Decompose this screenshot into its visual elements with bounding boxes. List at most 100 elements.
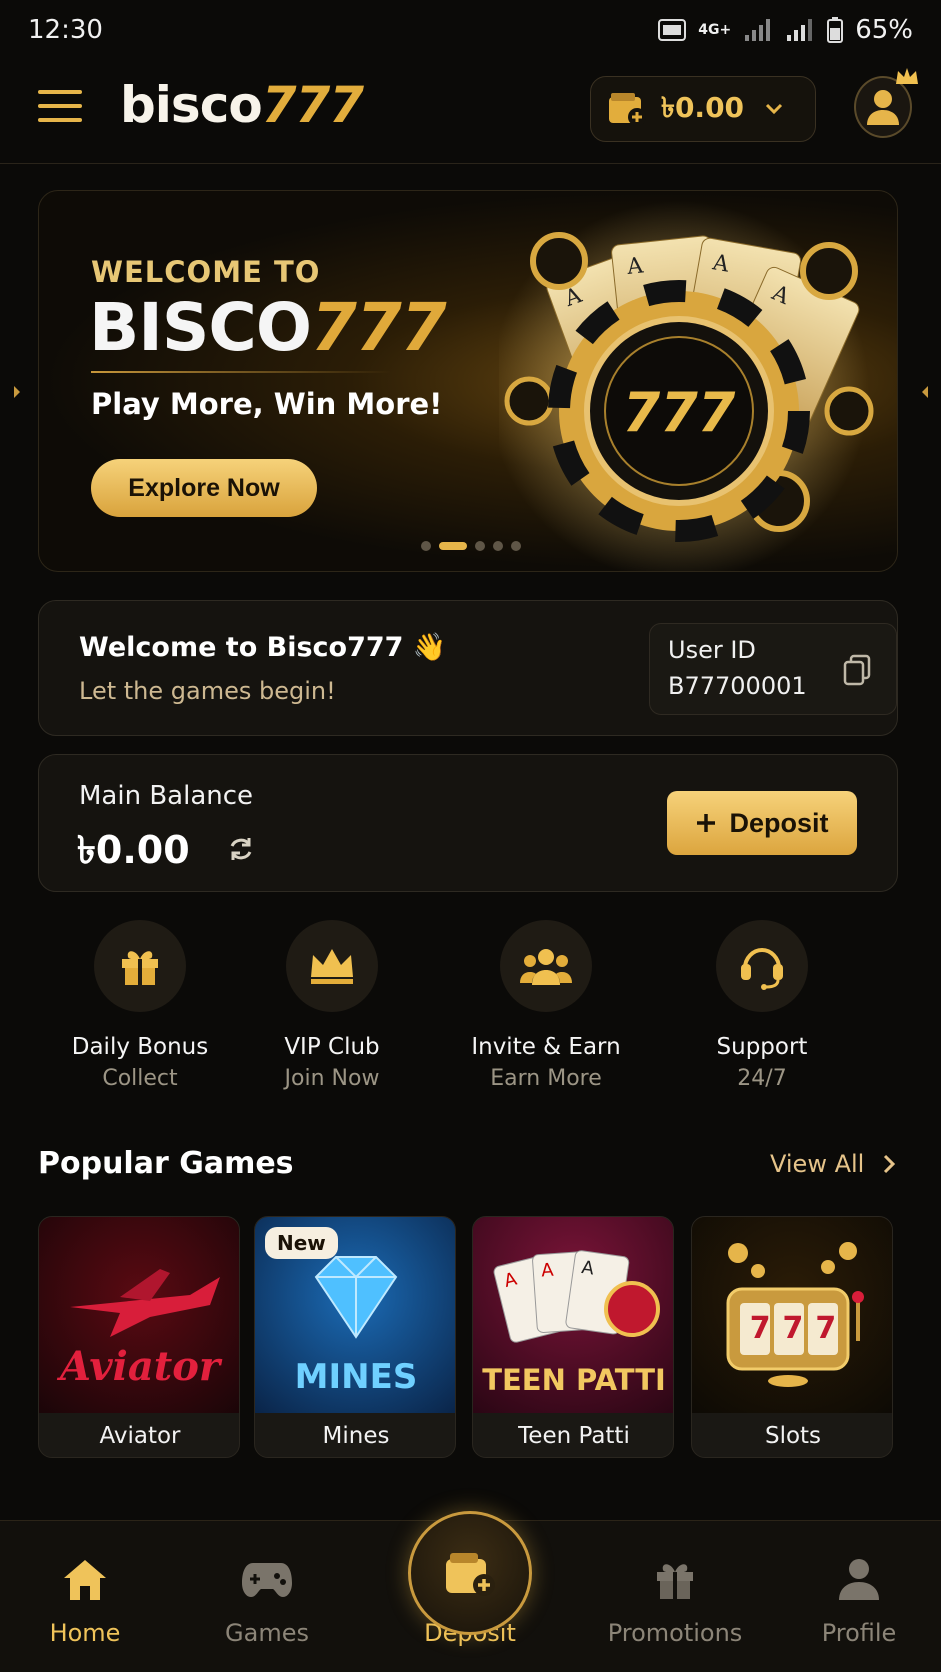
quick-action-title: Daily Bonus xyxy=(71,1034,209,1060)
menu-bar xyxy=(38,104,82,108)
game-card-mines[interactable]: MINES New Mines xyxy=(254,1216,456,1458)
gamepad-icon xyxy=(192,1551,342,1607)
user-id-value: B77700001 xyxy=(668,672,807,700)
svg-text:A: A xyxy=(541,1260,555,1282)
hero-tagline: Play More, Win More! xyxy=(91,387,443,421)
carousel-prev-arrow[interactable] xyxy=(12,382,22,402)
profile-avatar[interactable] xyxy=(854,68,918,138)
wallet-icon xyxy=(609,93,646,126)
welcome-title: Welcome to Bisco777 👋 xyxy=(79,632,447,663)
network-label: 4G+ xyxy=(698,22,732,38)
refresh-icon[interactable] xyxy=(227,835,255,863)
bottom-navigation: Home Games Deposit Promotions Profile xyxy=(0,1511,941,1672)
gift-icon xyxy=(600,1551,750,1607)
playing-cards-icon: AAA xyxy=(493,1250,660,1343)
game-name: Aviator xyxy=(99,1423,181,1449)
battery-level: 65% xyxy=(855,15,913,45)
menu-button[interactable] xyxy=(38,90,82,130)
user-id-box[interactable]: User ID B77700001 xyxy=(649,623,897,715)
deposit-button-label: Deposit xyxy=(729,807,829,838)
signal-icon-2 xyxy=(787,19,813,41)
user-icon xyxy=(867,90,899,125)
carousel-dot[interactable] xyxy=(475,541,485,551)
hero-divider xyxy=(91,371,391,373)
logo-text: bisco xyxy=(120,76,263,134)
quick-action-subtitle: Earn More xyxy=(490,1066,602,1091)
nav-label: Profile xyxy=(821,1619,897,1647)
carousel-dot[interactable] xyxy=(421,541,431,551)
quick-action-vip-club[interactable]: VIP Club Join Now xyxy=(232,920,432,1091)
balance-label: Main Balance xyxy=(79,781,254,811)
game-card-slots[interactable]: 777 Slots xyxy=(691,1216,893,1458)
quick-action-subtitle: Join Now xyxy=(284,1066,380,1091)
hero-banner[interactable]: A A A A 777 WELCOME TO BISCO777 Play Mor… xyxy=(38,190,898,572)
chip-label: 777 xyxy=(623,381,736,444)
wallet-balance-dropdown[interactable]: ৳0.00 xyxy=(590,76,816,142)
volte-icon xyxy=(658,19,687,41)
game-name: Slots xyxy=(764,1423,822,1449)
quick-action-title: Invite & Earn xyxy=(471,1034,621,1060)
explore-now-button[interactable]: Explore Now xyxy=(91,459,317,517)
view-all-link[interactable]: View All xyxy=(770,1150,896,1178)
game-art-title: MINES xyxy=(294,1357,418,1397)
nav-games[interactable]: Games xyxy=(192,1551,342,1647)
user-id-label: User ID xyxy=(668,636,756,664)
hero-welcome: WELCOME TO xyxy=(91,255,321,289)
game-art-title: 777 xyxy=(749,1311,849,1346)
app-logo[interactable]: bisco777 xyxy=(120,76,364,134)
popular-games-list: Aviator Aviator MINES New Mines AAA TEEN… xyxy=(38,1216,941,1460)
quick-action-support[interactable]: Support 24/7 xyxy=(662,920,862,1091)
casino-chip-illustration: A A A A 777 xyxy=(499,201,874,571)
slots-art: 777 xyxy=(692,1217,892,1413)
quick-action-title: VIP Club xyxy=(284,1034,380,1060)
carousel-next-arrow[interactable] xyxy=(920,382,930,402)
aviator-art: Aviator xyxy=(39,1217,239,1413)
chevron-down-icon xyxy=(765,103,783,115)
status-icons: 4G+ 65% xyxy=(658,15,913,45)
nav-label: Games xyxy=(225,1619,309,1647)
quick-action-invite-earn[interactable]: Invite & Earn Earn More xyxy=(446,920,646,1091)
carousel-dot[interactable] xyxy=(493,541,503,551)
signal-icon xyxy=(745,19,771,41)
nav-label: Promotions xyxy=(607,1619,743,1647)
game-art-title: Aviator xyxy=(60,1343,220,1390)
menu-bar xyxy=(38,118,82,122)
hero-title-main: BISCO xyxy=(89,289,312,366)
gift-icon xyxy=(94,920,186,1012)
nav-promotions[interactable]: Promotions xyxy=(600,1551,750,1647)
nav-label: Home xyxy=(49,1619,121,1647)
deposit-fab[interactable] xyxy=(408,1511,532,1635)
status-time: 12:30 xyxy=(28,15,103,45)
quick-action-daily-bonus[interactable]: Daily Bonus Collect xyxy=(40,920,240,1091)
battery-icon xyxy=(827,17,844,43)
copy-icon[interactable] xyxy=(842,654,872,686)
quick-action-subtitle: 24/7 xyxy=(737,1066,787,1091)
logo-accent: 777 xyxy=(261,76,364,134)
balance-card: Main Balance ৳0.00 Deposit xyxy=(38,754,898,892)
popular-games-title: Popular Games xyxy=(38,1146,294,1181)
user-icon xyxy=(784,1551,934,1607)
carousel-dot[interactable] xyxy=(511,541,521,551)
new-badge: New xyxy=(265,1227,338,1259)
game-art-title: TEEN PATTI xyxy=(482,1363,666,1397)
status-bar: 12:30 4G+ 65% xyxy=(0,0,941,60)
view-all-label: View All xyxy=(770,1150,865,1178)
crown-icon xyxy=(896,68,918,84)
nav-home[interactable]: Home xyxy=(10,1551,160,1647)
deposit-button[interactable]: Deposit xyxy=(667,791,857,855)
nav-profile[interactable]: Profile xyxy=(784,1551,934,1647)
carousel-dot-active[interactable] xyxy=(439,542,467,550)
teen-patti-art: AAA TEEN PATTI xyxy=(473,1217,673,1413)
carousel-dots xyxy=(421,541,521,551)
quick-actions: Daily Bonus Collect VIP Club Join Now In… xyxy=(38,920,898,1110)
game-card-teen-patti[interactable]: AAA TEEN PATTI Teen Patti xyxy=(472,1216,674,1458)
quick-action-subtitle: Collect xyxy=(102,1066,178,1091)
hero-title-accent: 777 xyxy=(310,289,447,366)
crown-icon xyxy=(286,920,378,1012)
game-card-aviator[interactable]: Aviator Aviator xyxy=(38,1216,240,1458)
wallet-plus-icon xyxy=(446,1553,495,1596)
welcome-subtitle: Let the games begin! xyxy=(79,677,336,705)
welcome-card: Welcome to Bisco777 👋 Let the games begi… xyxy=(38,600,898,736)
nav-deposit[interactable]: Deposit xyxy=(395,1511,545,1647)
wallet-balance: ৳0.00 xyxy=(661,90,745,124)
